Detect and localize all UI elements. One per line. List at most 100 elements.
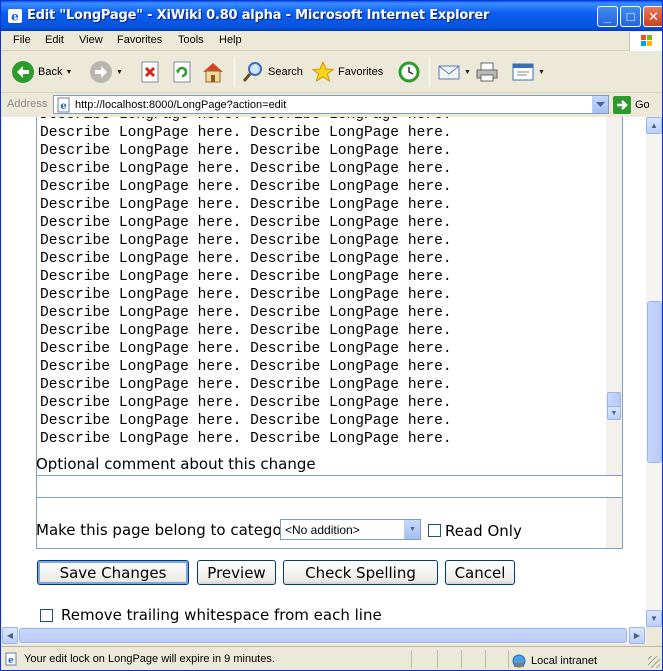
toolbar-separator — [429, 57, 430, 87]
back-button[interactable]: Back ▼ — [11, 58, 72, 86]
print-button[interactable] — [475, 58, 499, 86]
printer-icon — [475, 60, 499, 84]
editor-line: Describe LongPage here. Describe LongPag… — [40, 251, 452, 267]
close-button[interactable]: ✕ — [643, 6, 662, 27]
menu-bar: File Edit View Favorites Tools Help — [1, 31, 662, 51]
back-arrow-icon — [11, 60, 35, 84]
status-bar: e Your edit lock on LongPage will expire… — [1, 646, 662, 670]
refresh-button[interactable] — [171, 58, 195, 86]
horizontal-scroll-thumb[interactable] — [19, 628, 627, 643]
search-label: Search — [268, 66, 303, 78]
editor-line: Describe LongPage here. Describe LongPag… — [40, 117, 452, 124]
menu-help[interactable]: Help — [219, 34, 242, 46]
scrollbar-corner — [646, 627, 662, 644]
favorites-button[interactable]: Favorites — [311, 58, 383, 86]
title-bar: e Edit "LongPage" - XiWiki 0.80 alpha - … — [1, 1, 662, 31]
page-horizontal-scrollbar[interactable]: ◀ ▶ — [2, 627, 646, 644]
editor-line: Describe LongPage here. Describe LongPag… — [40, 287, 452, 303]
editor-line: Describe LongPage here. Describe LongPag… — [40, 161, 452, 177]
ie-window: e Edit "LongPage" - XiWiki 0.80 alpha - … — [0, 0, 663, 671]
category-label: Make this page belong to category — [36, 521, 297, 539]
comment-label: Optional comment about this change — [36, 455, 316, 473]
status-message: Your edit lock on LongPage will expire i… — [24, 653, 275, 665]
window-title: Edit "LongPage" - XiWiki 0.80 alpha - Mi… — [27, 8, 490, 23]
page-vertical-scrollbar[interactable]: ▲ ▼ — [646, 117, 662, 627]
editor-line: Describe LongPage here. Describe LongPag… — [40, 431, 452, 447]
status-divider — [508, 650, 509, 668]
refresh-icon — [171, 60, 195, 84]
resize-grip[interactable] — [648, 656, 660, 668]
go-button[interactable]: Go — [613, 96, 650, 114]
menu-file[interactable]: File — [13, 34, 31, 46]
edit-document-icon — [511, 60, 535, 84]
address-input[interactable]: e http://localhost:8000/LongPage?action=… — [53, 95, 609, 114]
category-select[interactable]: <No addition> ▼ — [280, 519, 421, 540]
menu-favorites[interactable]: Favorites — [117, 34, 162, 46]
menu-edit[interactable]: Edit — [45, 34, 64, 46]
editor-line: Describe LongPage here. Describe LongPag… — [40, 341, 452, 357]
status-divider — [461, 650, 462, 668]
editor-line: Describe LongPage here. Describe LongPag… — [40, 395, 452, 411]
address-label: Address — [7, 98, 48, 110]
search-button[interactable]: Search — [241, 58, 303, 86]
scroll-down-icon[interactable]: ▼ — [646, 610, 662, 627]
edit-page-button[interactable]: ▼ — [511, 58, 545, 86]
edit-dropdown-icon[interactable]: ▼ — [538, 69, 545, 76]
status-divider — [485, 650, 486, 668]
forward-dropdown-icon[interactable]: ▼ — [116, 69, 123, 76]
mail-button[interactable]: ▼ — [437, 58, 471, 86]
search-icon — [241, 60, 265, 84]
page-scroll-thumb[interactable] — [647, 301, 662, 463]
editor-line: Describe LongPage here. Describe LongPag… — [40, 215, 452, 231]
preview-button[interactable]: Preview — [197, 560, 276, 585]
trim-whitespace-checkbox[interactable] — [40, 609, 53, 622]
trim-whitespace-label: Remove trailing whitespace from each lin… — [61, 606, 382, 624]
scroll-left-icon[interactable]: ◀ — [2, 627, 18, 644]
status-divider — [411, 650, 412, 668]
editor-line: Describe LongPage here. Describe LongPag… — [40, 143, 452, 159]
minimize-button[interactable]: _ — [597, 6, 618, 27]
security-zone: Local intranet — [511, 653, 597, 669]
address-dropdown-icon[interactable] — [592, 96, 608, 113]
back-label: Back — [38, 66, 63, 78]
menu-view[interactable]: View — [79, 34, 103, 46]
editor-line: Describe LongPage here. Describe LongPag… — [40, 233, 452, 249]
mail-dropdown-icon[interactable]: ▼ — [464, 69, 471, 76]
status-divider — [437, 650, 438, 668]
stop-icon — [139, 60, 163, 84]
address-url: http://localhost:8000/LongPage?action=ed… — [75, 99, 287, 111]
menu-tools[interactable]: Tools — [178, 34, 204, 46]
toolbar-separator — [234, 57, 235, 87]
check-spelling-button[interactable]: Check Spelling — [283, 560, 438, 585]
editor-line: Describe LongPage here. Describe LongPag… — [40, 179, 452, 195]
go-label: Go — [635, 99, 650, 111]
page-icon: e — [57, 97, 70, 113]
read-only-checkbox[interactable] — [428, 524, 441, 537]
history-icon — [397, 60, 421, 84]
forward-button[interactable]: ▼ — [89, 58, 123, 86]
scroll-up-icon[interactable]: ▲ — [646, 117, 662, 134]
back-dropdown-icon[interactable]: ▼ — [65, 69, 72, 76]
editor-line: Describe LongPage here. Describe LongPag… — [40, 359, 452, 375]
mail-icon — [437, 60, 461, 84]
history-button[interactable] — [397, 58, 421, 86]
home-button[interactable] — [201, 58, 225, 86]
cancel-button[interactable]: Cancel — [445, 560, 515, 585]
star-icon — [311, 60, 335, 84]
forward-arrow-icon — [89, 60, 113, 84]
ie-logo-icon: e — [8, 9, 22, 24]
editor-line: Describe LongPage here. Describe LongPag… — [40, 413, 452, 429]
save-changes-button[interactable]: Save Changes — [37, 560, 189, 585]
scroll-right-icon[interactable]: ▶ — [629, 627, 645, 644]
stop-button[interactable] — [139, 58, 163, 86]
editor-line: Describe LongPage here. Describe LongPag… — [40, 125, 452, 141]
home-icon — [201, 60, 225, 84]
editor-content: Describe LongPage here. Describe LongPag… — [40, 117, 452, 448]
category-selected-value: <No addition> — [285, 523, 360, 537]
editor-scroll-down-icon[interactable]: ▼ — [607, 406, 621, 420]
category-dropdown-icon[interactable]: ▼ — [404, 520, 420, 539]
editor-line: Describe LongPage here. Describe LongPag… — [40, 269, 452, 285]
address-bar: Address e http://localhost:8000/LongPage… — [1, 93, 662, 116]
maximize-button[interactable]: □ — [620, 6, 641, 27]
comment-input[interactable] — [36, 475, 623, 498]
